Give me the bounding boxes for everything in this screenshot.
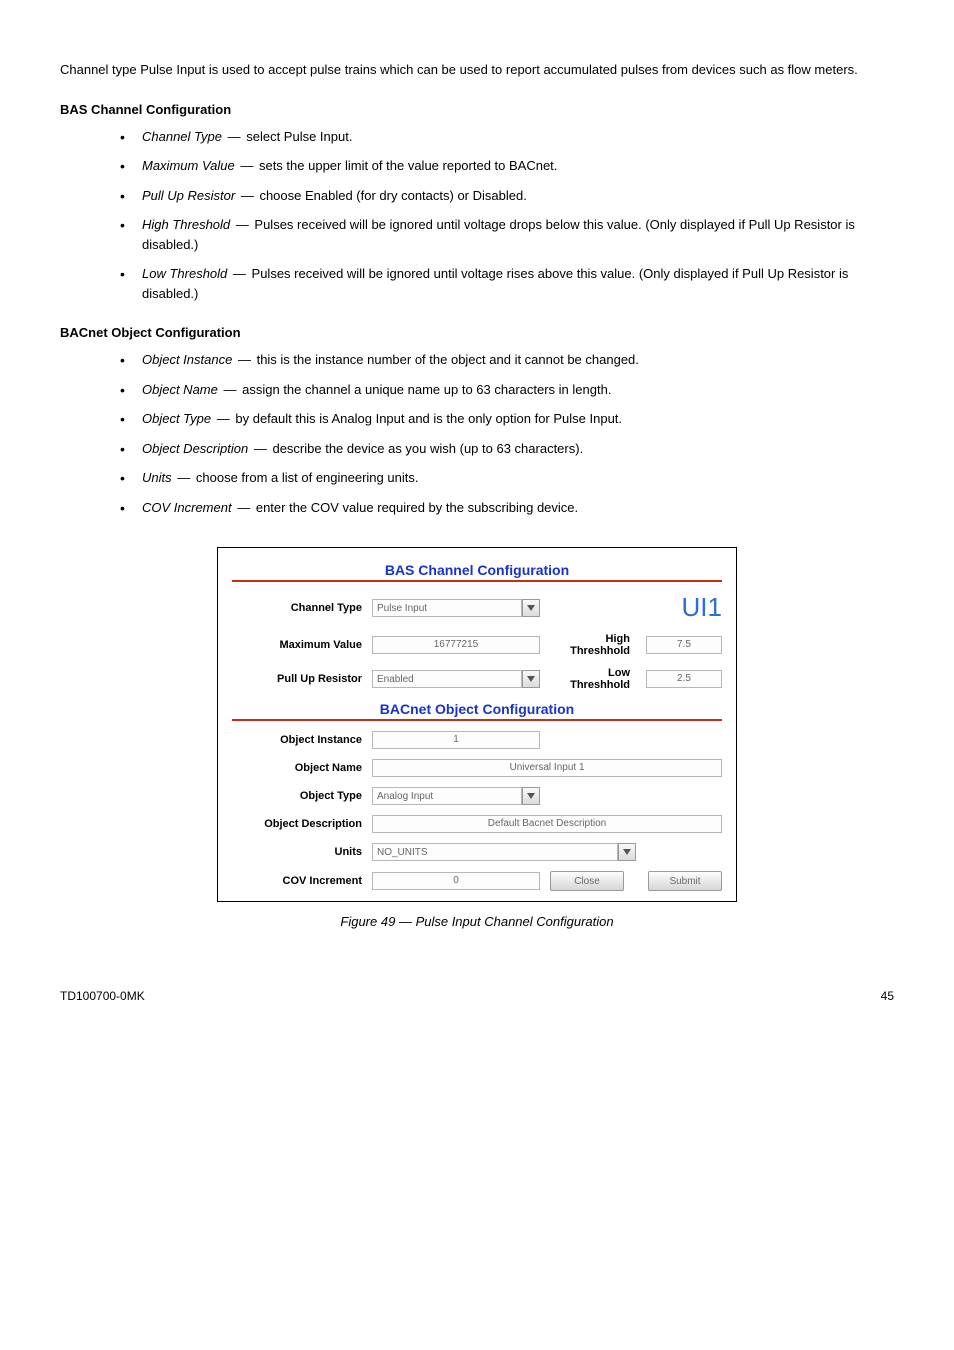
list-item: Units — choose from a list of engineerin… (120, 468, 894, 488)
submit-button[interactable]: Submit (648, 871, 722, 891)
caption-label: Figure 49 — (340, 914, 412, 929)
footer-left: TD100700-0MK (60, 989, 145, 1003)
low-thresh-label: Low Threshhold (550, 667, 636, 691)
term-text: assign the channel a unique name up to 6… (242, 382, 611, 397)
term: Units (142, 470, 172, 485)
units-select[interactable]: NO_UNITS (372, 843, 636, 861)
max-value-input[interactable]: 16777215 (372, 636, 540, 654)
bacnet-section-title: BACnet Object Configuration (60, 325, 894, 340)
chevron-down-icon[interactable] (522, 599, 540, 617)
term-text: describe the device as you wish (up to 6… (272, 441, 583, 456)
cov-label: COV Increment (232, 875, 362, 887)
max-value-label: Maximum Value (232, 639, 362, 651)
config-dialog: BAS Channel Configuration Channel Type P… (217, 547, 737, 902)
obj-type-select[interactable]: Analog Input (372, 787, 540, 805)
page-footer: TD100700-0MK 45 (60, 989, 894, 1003)
obj-instance-input[interactable]: 1 (372, 731, 540, 749)
list-item: Object Instance — this is the instance n… (120, 350, 894, 370)
divider (232, 580, 722, 582)
list-item: Low Threshold — Pulses received will be … (120, 264, 894, 303)
term-text: sets the upper limit of the value report… (259, 158, 557, 173)
term-text: choose from a list of engineering units. (196, 470, 419, 485)
obj-desc-input[interactable]: Default Bacnet Description (372, 815, 722, 833)
obj-name-input[interactable]: Universal Input 1 (372, 759, 722, 777)
term: Object Type (142, 411, 211, 426)
channel-id: UI1 (646, 592, 722, 623)
units-value: NO_UNITS (372, 843, 618, 861)
caption-text: Pulse Input Channel Configuration (416, 914, 614, 929)
bas-section-title: BAS Channel Configuration (60, 102, 894, 117)
bacnet-bullets: Object Instance — this is the instance n… (60, 350, 894, 517)
dialog-header-bas: BAS Channel Configuration (232, 562, 722, 578)
chevron-down-icon[interactable] (522, 670, 540, 688)
obj-type-label: Object Type (232, 790, 362, 802)
pull-up-label: Pull Up Resistor (232, 673, 362, 685)
term: COV Increment (142, 500, 232, 515)
units-label: Units (232, 846, 362, 858)
dialog-header-bacnet: BACnet Object Configuration (232, 701, 722, 717)
term: Low Threshold (142, 266, 227, 281)
chevron-down-icon[interactable] (522, 787, 540, 805)
term: High Threshold (142, 217, 230, 232)
term-text: this is the instance number of the objec… (257, 352, 639, 367)
low-thresh-input[interactable]: 2.5 (646, 670, 722, 688)
close-button[interactable]: Close (550, 871, 624, 891)
list-item: Object Name — assign the channel a uniqu… (120, 380, 894, 400)
channel-type-label: Channel Type (232, 602, 362, 614)
list-item: High Threshold — Pulses received will be… (120, 215, 894, 254)
figure-caption: Figure 49 — Pulse Input Channel Configur… (60, 914, 894, 929)
term-text: by default this is Analog Input and is t… (235, 411, 622, 426)
obj-desc-label: Object Description (232, 818, 362, 830)
obj-instance-label: Object Instance (232, 734, 362, 746)
list-item: Maximum Value — sets the upper limit of … (120, 156, 894, 176)
pull-up-value: Enabled (372, 670, 522, 688)
pull-up-select[interactable]: Enabled (372, 670, 540, 688)
list-item: Object Type — by default this is Analog … (120, 409, 894, 429)
footer-right: 45 (881, 989, 894, 1003)
term-text: select Pulse Input. (246, 129, 352, 144)
high-thresh-input[interactable]: 7.5 (646, 636, 722, 654)
list-item: COV Increment — enter the COV value requ… (120, 498, 894, 518)
term: Object Instance (142, 352, 232, 367)
list-item: Pull Up Resistor — choose Enabled (for d… (120, 186, 894, 206)
term: Object Description (142, 441, 248, 456)
channel-type-select[interactable]: Pulse Input (372, 599, 540, 617)
obj-name-label: Object Name (232, 762, 362, 774)
term-text: choose Enabled (for dry contacts) or Dis… (259, 188, 526, 203)
list-item: Object Description — describe the device… (120, 439, 894, 459)
high-thresh-label: High Threshhold (550, 633, 636, 657)
term: Channel Type (142, 129, 222, 144)
obj-type-value: Analog Input (372, 787, 522, 805)
list-item: Channel Type — select Pulse Input. (120, 127, 894, 147)
cov-input[interactable]: 0 (372, 872, 540, 890)
term-text: enter the COV value required by the subs… (256, 500, 578, 515)
term: Pull Up Resistor (142, 188, 235, 203)
term-text: Pulses received will be ignored until vo… (142, 266, 848, 301)
term: Maximum Value (142, 158, 235, 173)
divider (232, 719, 722, 721)
intro-paragraph: Channel type Pulse Input is used to acce… (60, 60, 894, 80)
bas-bullets: Channel Type — select Pulse Input. Maxim… (60, 127, 894, 304)
term: Object Name (142, 382, 218, 397)
chevron-down-icon[interactable] (618, 843, 636, 861)
channel-type-value: Pulse Input (372, 599, 522, 617)
